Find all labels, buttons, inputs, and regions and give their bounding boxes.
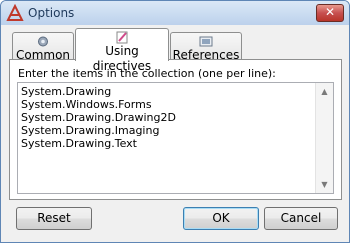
- directives-textarea[interactable]: System.Drawing System.Windows.Forms Syst…: [17, 82, 334, 194]
- tab-using-directives-label: Using directives: [92, 44, 152, 73]
- scroll-down-icon[interactable]: ▼: [316, 176, 333, 193]
- tab-references[interactable]: References: [170, 32, 242, 62]
- dialog-client-area: Common Using directives References Enter…: [6, 25, 344, 236]
- gear-icon: [38, 36, 48, 47]
- window-title: Options: [28, 6, 75, 20]
- directive-line: System.Drawing: [21, 85, 112, 98]
- options-window: Options ✕ Common Using directives Refere…: [0, 0, 350, 243]
- directive-line: System.Drawing.Text: [21, 137, 137, 150]
- directives-lines: System.Drawing System.Windows.Forms Syst…: [21, 85, 176, 150]
- vertical-scrollbar[interactable]: ▲ ▼: [315, 83, 333, 193]
- title-bar[interactable]: Options ✕: [1, 1, 349, 25]
- ok-button[interactable]: OK: [183, 207, 259, 230]
- cancel-button[interactable]: Cancel: [264, 207, 338, 230]
- scroll-up-icon[interactable]: ▲: [316, 83, 333, 100]
- directive-line: System.Drawing.Imaging: [21, 124, 160, 137]
- tab-common[interactable]: Common: [12, 32, 74, 62]
- close-button[interactable]: ✕: [316, 4, 344, 22]
- directive-line: System.Drawing.Drawing2D: [21, 111, 176, 124]
- tab-strip: Common Using directives References: [9, 28, 342, 73]
- directive-line: System.Windows.Forms: [21, 98, 152, 111]
- references-icon: [199, 36, 213, 47]
- reset-button[interactable]: Reset: [16, 207, 92, 230]
- close-icon: ✕: [324, 5, 336, 19]
- tab-panel-using-directives: Enter the items in the collection (one p…: [9, 59, 342, 200]
- app-icon: [6, 4, 24, 21]
- pencil-icon: [116, 31, 128, 44]
- tab-using-directives[interactable]: Using directives: [75, 28, 169, 73]
